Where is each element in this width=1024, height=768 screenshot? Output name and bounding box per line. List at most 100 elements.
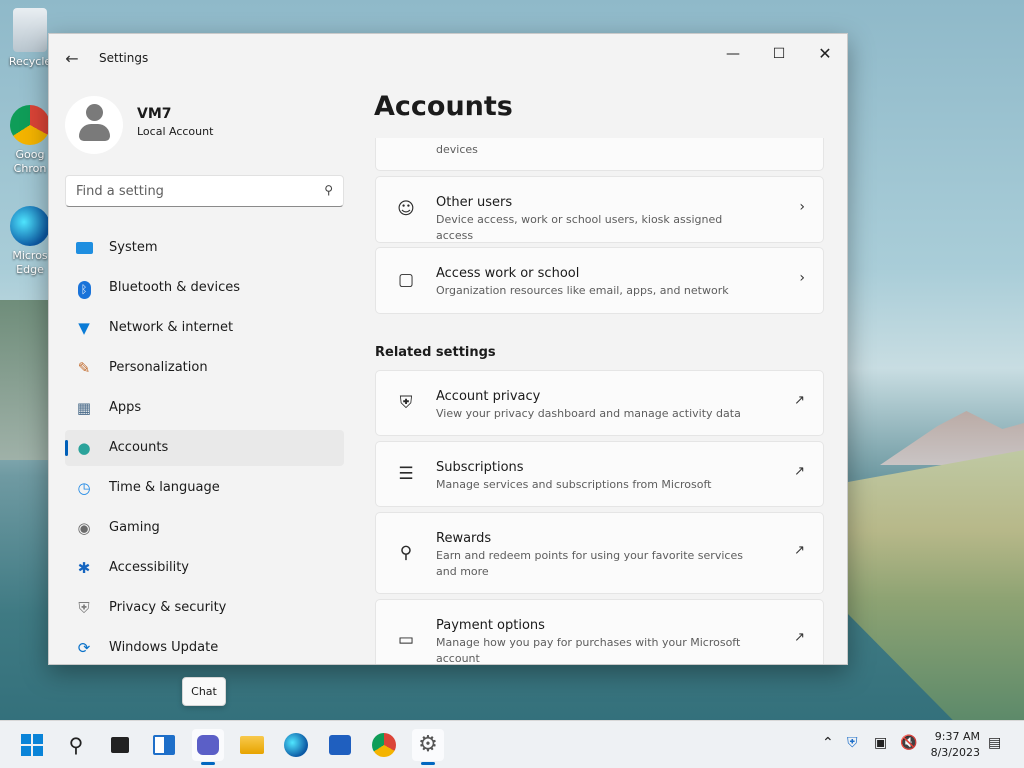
- maximize-button[interactable]: ☐: [757, 40, 801, 68]
- sidebar-item-bluetooth[interactable]: ᛒ Bluetooth & devices: [65, 270, 344, 306]
- window-title: Settings: [99, 51, 149, 65]
- brush-icon: ✎: [77, 359, 91, 377]
- card-rewards[interactable]: ⚲ Rewards Earn and redeem points for usi…: [375, 512, 824, 594]
- trophy-icon: ⚲: [399, 543, 413, 563]
- chat-tooltip: Chat: [182, 677, 226, 706]
- desktop-scenery-shore: [0, 300, 48, 460]
- sidebar-item-label: Accounts: [109, 440, 169, 455]
- external-link-icon: ↗: [794, 543, 805, 558]
- card-description: Manage services and subscriptions from M…: [436, 478, 712, 491]
- back-arrow-icon[interactable]: ←: [61, 48, 83, 70]
- card-other-users[interactable]: ☺ Other users Device access, work or sch…: [375, 176, 824, 243]
- settings-icon[interactable]: ⚙: [412, 729, 444, 765]
- card-description: Device access, work or school users, kio…: [436, 213, 723, 242]
- sidebar-item-personalization[interactable]: ✎ Personalization: [65, 350, 344, 386]
- card-description: Organization resources like email, apps,…: [436, 284, 729, 297]
- add-user-icon: ☺: [397, 199, 415, 219]
- sidebar-item-label: Privacy & security: [109, 600, 227, 615]
- desktop-icon-chrome[interactable]: Goog Chron: [6, 105, 54, 176]
- card-title: Rewards: [436, 531, 492, 546]
- sidebar-item-privacy[interactable]: ⛨ Privacy & security: [65, 590, 344, 626]
- card-title: Access work or school: [436, 266, 580, 281]
- desktop-icon-recycle-bin[interactable]: Recycle: [6, 8, 54, 68]
- title-bar[interactable]: ← Settings — ☐ ✕: [49, 34, 847, 82]
- sidebar-item-label: Network & internet: [109, 320, 234, 335]
- sidebar-item-gaming[interactable]: ◉ Gaming: [65, 510, 344, 546]
- card-description: Earn and redeem points for using your fa…: [436, 549, 743, 578]
- network-icon[interactable]: ▣: [874, 735, 887, 751]
- sidebar-item-label: Time & language: [109, 480, 220, 495]
- minimize-button[interactable]: —: [711, 40, 755, 68]
- sidebar-item-label: Bluetooth & devices: [109, 280, 240, 295]
- page-title: Accounts: [374, 91, 513, 122]
- volume-muted-icon[interactable]: 🔇: [900, 735, 917, 751]
- desktop-icon-edge[interactable]: Micros Edge: [6, 206, 54, 277]
- chrome-icon: [10, 105, 50, 145]
- chrome-icon[interactable]: [368, 729, 400, 761]
- sidebar-item-accounts[interactable]: ● Accounts: [65, 430, 344, 466]
- notification-icon[interactable]: ▤: [988, 735, 1001, 751]
- search-icon[interactable]: ⚲: [60, 729, 92, 761]
- card-access-work-school[interactable]: ▢ Access work or school Organization res…: [375, 247, 824, 314]
- sidebar-item-label: Apps: [109, 400, 142, 415]
- sidebar-item-network[interactable]: ▼ Network & internet: [65, 310, 344, 346]
- close-button[interactable]: ✕: [803, 40, 847, 68]
- clock-date: 8/3/2023: [930, 746, 980, 759]
- card-title: Subscriptions: [436, 460, 524, 475]
- sidebar-item-accessibility[interactable]: ✱ Accessibility: [65, 550, 344, 586]
- desktop-icon-label: Micros Edge: [12, 249, 48, 276]
- wifi-icon: ▼: [78, 319, 90, 337]
- sidebar-item-apps[interactable]: ▦ Apps: [65, 390, 344, 426]
- external-link-icon: ↗: [794, 393, 805, 408]
- briefcase-icon: ▢: [397, 270, 415, 290]
- desktop-icon-label: Recycle: [8, 55, 52, 68]
- external-link-icon: ↗: [794, 464, 805, 479]
- accessibility-icon: ✱: [77, 559, 91, 577]
- card-description: View your privacy dashboard and manage a…: [436, 407, 741, 420]
- account-type: Local Account: [137, 125, 214, 138]
- file-explorer-icon[interactable]: [236, 729, 268, 761]
- avatar[interactable]: [65, 96, 123, 154]
- widgets-icon[interactable]: [148, 729, 180, 761]
- avatar-body: [79, 124, 110, 141]
- chat-icon[interactable]: [192, 729, 224, 765]
- gamepad-icon: ◉: [77, 519, 91, 537]
- user-name: VM7: [137, 106, 172, 122]
- sidebar-item-label: Windows Update: [109, 640, 219, 655]
- chevron-up-icon[interactable]: ⌃: [822, 735, 834, 751]
- task-view-icon[interactable]: [104, 729, 136, 761]
- edge-icon[interactable]: [280, 729, 312, 761]
- sidebar-item-system[interactable]: System: [65, 230, 344, 266]
- defender-shield-icon[interactable]: ⛨: [847, 735, 858, 751]
- external-link-icon: ↗: [794, 630, 805, 645]
- clock-time: 9:37 AM: [934, 730, 980, 743]
- sidebar-item-label: System: [109, 240, 158, 255]
- card-subscriptions[interactable]: ☰ Subscriptions Manage services and subs…: [375, 441, 824, 507]
- update-icon: ⟳: [77, 639, 91, 657]
- clock[interactable]: 9:37 AM 8/3/2023: [931, 729, 980, 761]
- card-title: Account privacy: [436, 389, 541, 404]
- settings-window: ← Settings — ☐ ✕ VM7 Local Account ⚲ Sys…: [48, 33, 848, 665]
- sidebar-item-label: Gaming: [109, 520, 160, 535]
- sidebar-item-time-language[interactable]: ◷ Time & language: [65, 470, 344, 506]
- search-icon[interactable]: ⚲: [324, 183, 333, 197]
- sidebar-item-label: Personalization: [109, 360, 208, 375]
- chevron-right-icon: ›: [799, 270, 805, 286]
- start-icon[interactable]: [16, 729, 48, 761]
- person-icon: ●: [77, 439, 91, 457]
- card-account-privacy[interactable]: ⛨ Account privacy View your privacy dash…: [375, 370, 824, 436]
- card-payment-options[interactable]: ▭ Payment options Manage how you pay for…: [375, 599, 824, 665]
- search-input[interactable]: [76, 182, 306, 200]
- sidebar-item-windows-update[interactable]: ⟳ Windows Update: [65, 630, 344, 664]
- globe-clock-icon: ◷: [77, 479, 91, 497]
- partial-card[interactable]: devices: [375, 138, 824, 171]
- search-box[interactable]: ⚲: [65, 175, 344, 207]
- edge-icon: [10, 206, 50, 246]
- avatar-head: [86, 104, 103, 121]
- shield-outline-icon: ⛨: [399, 393, 413, 413]
- card-description: Manage how you pay for purchases with yo…: [436, 636, 741, 665]
- shield-icon: ⛨: [78, 599, 90, 617]
- settings-content[interactable]: devices ☺ Other users Device access, wor…: [374, 138, 825, 665]
- store-icon[interactable]: [324, 729, 356, 761]
- desktop-icon-label: Goog Chron: [13, 148, 47, 175]
